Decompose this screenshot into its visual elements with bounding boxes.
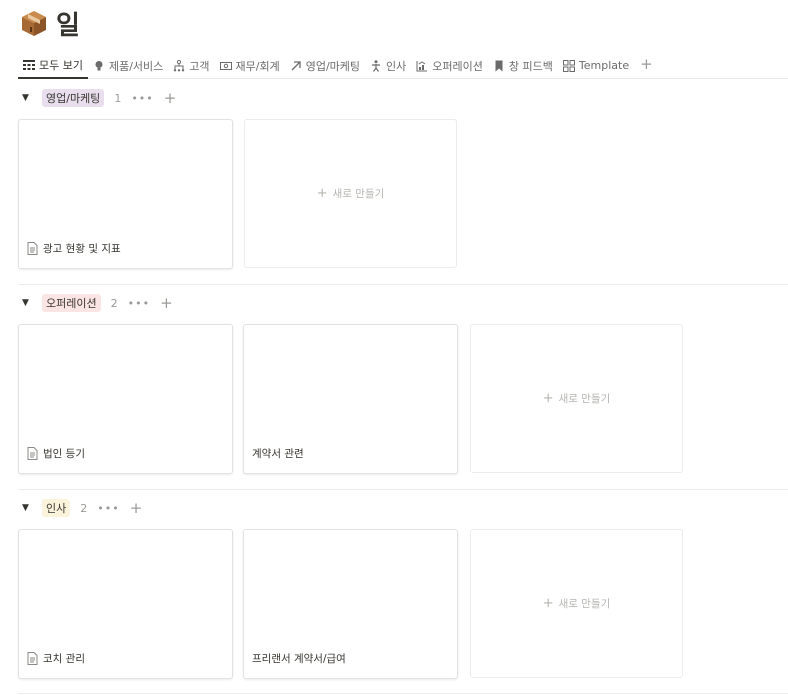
card-title-text: 광고 현황 및 지표 [43, 243, 121, 255]
tab-label: 오퍼레이션 [432, 59, 483, 73]
view-tabs: 모두 보기 제품/서비스 고객 재무/회계 영업/마케팅 인사 오퍼레이션 창 … [18, 53, 788, 79]
card-title: 프리랜서 계약서/급여 [252, 651, 346, 666]
tab-sales[interactable]: 영업/마케팅 [285, 53, 365, 78]
more-options-icon[interactable]: ••• [128, 297, 150, 310]
add-card-button[interactable]: + [160, 296, 173, 311]
document-icon [27, 447, 38, 460]
tab-label: Template [578, 59, 630, 72]
add-view-button[interactable]: + [634, 53, 659, 78]
new-card-label: + 새로 만들기 [317, 186, 385, 201]
collapse-caret-icon[interactable]: ▼ [22, 298, 32, 308]
card[interactable]: 법인 등기 [18, 324, 233, 474]
chart-icon [416, 60, 428, 71]
add-card-button[interactable]: + [130, 501, 143, 516]
tab-all[interactable]: 모두 보기 [18, 53, 88, 79]
board-icon [23, 60, 35, 70]
tab-label: 재무/회계 [235, 59, 280, 73]
tab-operation[interactable]: 오퍼레이션 [411, 53, 488, 78]
more-options-icon[interactable]: ••• [131, 92, 153, 105]
tab-hr[interactable]: 인사 [365, 53, 411, 78]
card-title-text: 법인 등기 [43, 448, 85, 460]
card[interactable]: 프리랜서 계약서/급여 [243, 529, 458, 679]
tab-label: 제품/서비스 [108, 59, 164, 73]
plus-icon: + [316, 186, 328, 201]
card-title-text: 계약서 관련 [252, 448, 304, 460]
new-card-label: + 새로 만들기 [543, 596, 611, 611]
new-card-text: 새로 만들기 [558, 393, 611, 405]
plus-icon: + [542, 391, 554, 406]
tab-label: 창 피드백 [508, 59, 553, 73]
divider [18, 489, 788, 490]
card-title: 코치 관리 [27, 651, 85, 666]
new-card-label: + 새로 만들기 [543, 391, 611, 406]
gallery-icon [562, 59, 575, 72]
tab-label: 영업/마케팅 [305, 59, 361, 73]
lightbulb-icon [95, 60, 103, 70]
tab-label: 모두 보기 [39, 59, 83, 72]
tab-customer[interactable]: 고객 [168, 53, 214, 78]
page-title: 일 [56, 10, 80, 41]
card-title: 법인 등기 [27, 446, 85, 461]
collapse-caret-icon[interactable]: ▼ [22, 93, 32, 103]
group-count: 1 [114, 91, 122, 105]
group-count: 2 [80, 501, 88, 515]
page-header: 일 [20, 6, 80, 41]
person-icon [372, 59, 381, 72]
card[interactable]: 코치 관리 [18, 529, 233, 679]
package-icon[interactable] [20, 9, 48, 37]
card-title: 계약서 관련 [252, 446, 304, 461]
arrow-up-right-icon [291, 60, 301, 70]
tab-label: 인사 [386, 59, 407, 73]
new-card-button[interactable]: + 새로 만들기 [470, 529, 683, 678]
group-label: 인사 [42, 499, 71, 517]
group-header: ▼ 영업/마케팅 1 ••• + [22, 88, 176, 108]
group-header: ▼ 오퍼레이션 2 ••• + [22, 293, 173, 313]
plus-icon: + [542, 596, 554, 611]
group-count: 2 [110, 296, 118, 310]
new-card-text: 새로 만들기 [332, 188, 385, 200]
card[interactable]: 광고 현황 및 지표 [18, 119, 233, 269]
card-title-text: 프리랜서 계약서/급여 [252, 653, 346, 665]
more-options-icon[interactable]: ••• [97, 502, 119, 515]
card[interactable]: 계약서 관련 [243, 324, 458, 474]
new-card-text: 새로 만들기 [558, 598, 611, 610]
group-label: 오퍼레이션 [42, 294, 101, 312]
tab-label: 고객 [189, 59, 210, 73]
new-card-button[interactable]: + 새로 만들기 [470, 324, 683, 473]
add-card-button[interactable]: + [164, 91, 177, 106]
money-icon [219, 61, 232, 70]
tab-template[interactable]: Template [558, 53, 634, 78]
group-header: ▼ 인사 2 ••• + [22, 498, 142, 518]
card-title-text: 코치 관리 [43, 653, 85, 665]
tab-product[interactable]: 제품/서비스 [88, 53, 168, 78]
divider [18, 693, 788, 694]
tab-finance[interactable]: 재무/회계 [215, 53, 285, 78]
card-title: 광고 현황 및 지표 [27, 241, 121, 256]
hierarchy-icon [174, 59, 185, 71]
divider [18, 284, 788, 285]
group-label: 영업/마케팅 [42, 89, 105, 107]
bookmark-icon [495, 60, 503, 71]
new-card-button[interactable]: + 새로 만들기 [244, 119, 457, 268]
collapse-caret-icon[interactable]: ▼ [22, 503, 32, 513]
tab-feedback[interactable]: 창 피드백 [488, 53, 558, 78]
document-icon [27, 652, 38, 665]
document-icon [27, 242, 38, 255]
